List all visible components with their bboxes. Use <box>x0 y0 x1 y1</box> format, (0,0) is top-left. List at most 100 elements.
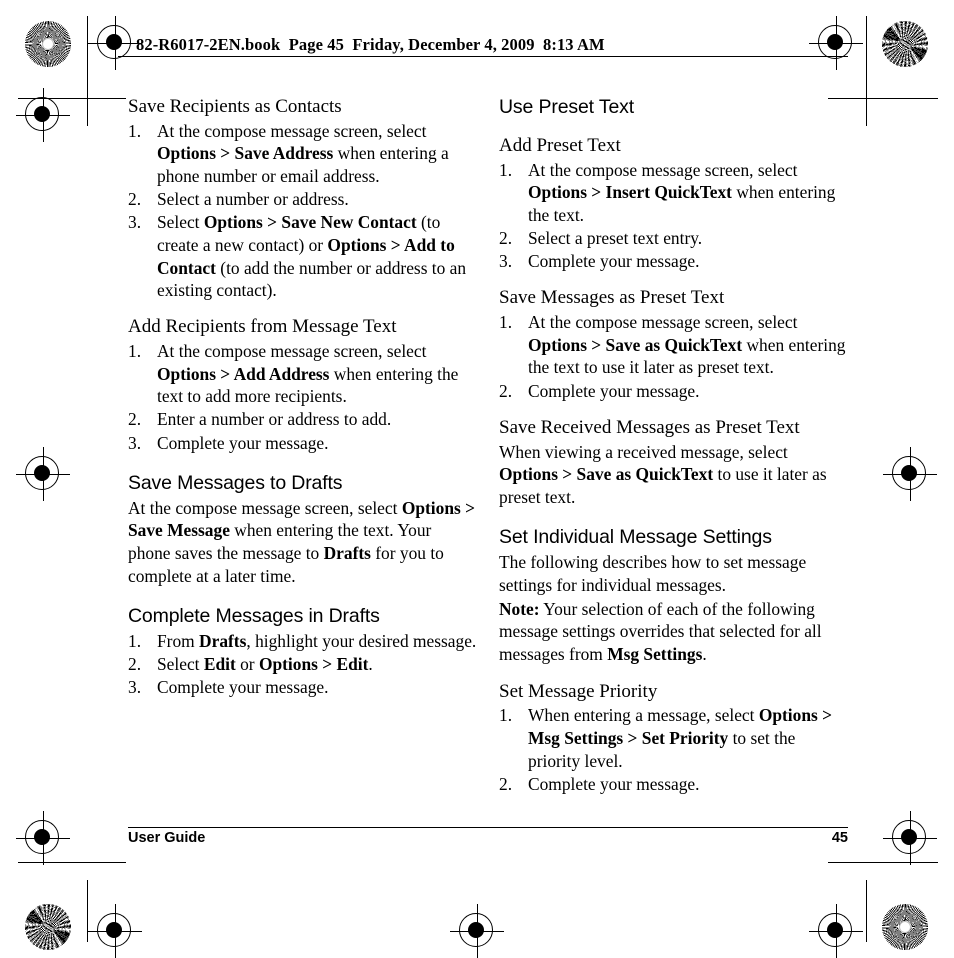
page-number: 45 <box>831 830 848 846</box>
registration-target-icon <box>809 904 863 958</box>
numbered-step-list: 1. From Drafts, highlight your desired me… <box>128 630 477 699</box>
step-number: 3. <box>128 677 142 698</box>
page-footer: User Guide 45 <box>128 830 848 846</box>
step-item: 2. Select a preset text entry. <box>499 227 848 250</box>
step-number: 3. <box>499 251 513 272</box>
right-column: Use Preset Text Add Preset Text 1. At the c… <box>499 96 848 796</box>
body-text: Select <box>157 654 204 675</box>
step-text: Complete your message. <box>528 251 699 271</box>
step-item: 2. Select a number or address. <box>128 188 477 211</box>
registration-target-icon <box>88 904 142 958</box>
step-item: 2. Select Edit or Options > Edit. <box>128 653 477 676</box>
starburst-rosette-icon <box>882 904 928 950</box>
registration-target-icon <box>450 904 504 958</box>
emphasis-text: Edit <box>203 654 236 675</box>
moire-rosette-icon <box>882 21 928 67</box>
step-item: 1. When entering a message, select Option… <box>499 704 848 772</box>
step-number: 1. <box>128 120 142 141</box>
step-number: 1. <box>499 159 513 180</box>
step-number: 2. <box>128 654 142 675</box>
body-text: Enter a number or address to add. <box>157 409 392 430</box>
step-item: 2. Enter a number or address to add. <box>128 408 477 431</box>
body-text: From <box>157 631 200 652</box>
book-file-stamp: 82-R6017-2EN.book Page 45 Friday, Decemb… <box>136 35 605 54</box>
numbered-step-list: 1. When entering a message, select Option… <box>499 704 848 795</box>
step-text: Complete your message. <box>157 433 328 453</box>
footer-rule <box>128 827 848 829</box>
emphasis-text: Options > Save New Contact <box>203 212 417 233</box>
body-text: , highlight your desired message. <box>246 631 477 652</box>
step-item: 3. Select Options > Save New Contact (to … <box>128 211 477 302</box>
step-text: At the compose message screen, select Op… <box>528 160 835 225</box>
body-text: Complete your message. <box>528 251 700 272</box>
moire-rosette-icon <box>25 904 71 950</box>
body-text: Select <box>157 212 204 233</box>
step-item: 1. At the compose message screen, select … <box>128 120 477 188</box>
step-item: 1. At the compose message screen, select … <box>128 340 477 408</box>
emphasis-text: Options > Insert QuickText <box>528 182 732 203</box>
section-heading: Set Individual Message Settings <box>499 526 772 549</box>
step-number: 2. <box>499 773 513 794</box>
body-text: At the compose message screen, select <box>157 120 427 141</box>
registration-target-icon <box>809 16 863 70</box>
header-rule <box>118 56 848 58</box>
step-text: Select Edit or Options > Edit. <box>157 654 373 674</box>
step-item: 1. At the compose message screen, select … <box>499 159 848 227</box>
step-text: Enter a number or address to add. <box>157 409 391 429</box>
emphasis-text: Drafts <box>199 631 247 652</box>
step-number: 1. <box>499 705 513 726</box>
body-text: Complete your message. <box>157 677 329 698</box>
step-number: 2. <box>499 380 513 401</box>
body-text: Complete your message. <box>157 432 329 453</box>
subsection-heading: Save Recipients as Contacts <box>128 96 342 117</box>
section-heading: Complete Messages in Drafts <box>128 605 380 628</box>
step-text: At the compose message screen, select Op… <box>157 121 449 186</box>
step-text: At the compose message screen, select Op… <box>528 312 845 377</box>
numbered-step-list: 1. At the compose message screen, select … <box>128 340 477 454</box>
trim-line-vertical <box>866 16 868 126</box>
body-text: When entering a message, select <box>528 705 759 726</box>
subsection-heading: Set Message Priority <box>499 680 658 702</box>
body-text: or <box>235 654 259 675</box>
left-column: Save Recipients as Contacts 1. At the comp… <box>128 96 477 700</box>
step-item: 1. From Drafts, highlight your desired me… <box>128 630 477 653</box>
subsection-heading: Add Recipients from Message Text <box>128 316 397 338</box>
step-item: 3. Complete your message. <box>128 676 477 699</box>
step-number: 1. <box>128 631 142 652</box>
body-text: . <box>702 643 707 664</box>
body-text: The following describes how to set messa… <box>499 552 807 596</box>
body-text: At the compose message screen, select <box>528 312 798 333</box>
step-number: 1. <box>128 341 142 362</box>
step-number: 2. <box>499 228 513 249</box>
emphasis-text: Options > Add Address <box>157 363 330 384</box>
body-text: Select a preset text entry. <box>528 228 703 249</box>
body-text: At the compose message screen, select <box>157 341 427 362</box>
emphasis-text: Options > Save as QuickText <box>499 464 714 485</box>
registration-target-icon <box>16 88 70 142</box>
step-text: Complete your message. <box>157 677 328 697</box>
body-text: Complete your message. <box>528 380 700 401</box>
registration-target-icon <box>883 811 937 865</box>
emphasis-text: Options > Edit <box>258 654 369 675</box>
subsection-heading: Save Messages as Preset Text <box>499 287 725 309</box>
step-number: 3. <box>128 432 142 453</box>
registration-target-icon <box>88 16 142 70</box>
printed-page: 82-R6017-2EN.book Page 45 Friday, Decemb… <box>0 0 954 958</box>
registration-target-icon <box>16 811 70 865</box>
step-text: From Drafts, highlight your desired mess… <box>157 631 476 651</box>
emphasis-text: Options > Save as QuickText <box>528 334 743 355</box>
body-text: When viewing a received message, select <box>499 441 788 462</box>
body-text: At the compose message screen, select <box>128 497 402 518</box>
registration-target-icon <box>883 447 937 501</box>
emphasis-text: Msg Settings <box>607 643 703 664</box>
subsection-heading: Save Received Messages as Preset Text <box>499 416 800 438</box>
step-number: 1. <box>499 312 513 333</box>
step-item: 3. Complete your message. <box>499 250 848 273</box>
body-text: . <box>368 654 373 675</box>
step-text: Select a number or address. <box>157 189 349 209</box>
